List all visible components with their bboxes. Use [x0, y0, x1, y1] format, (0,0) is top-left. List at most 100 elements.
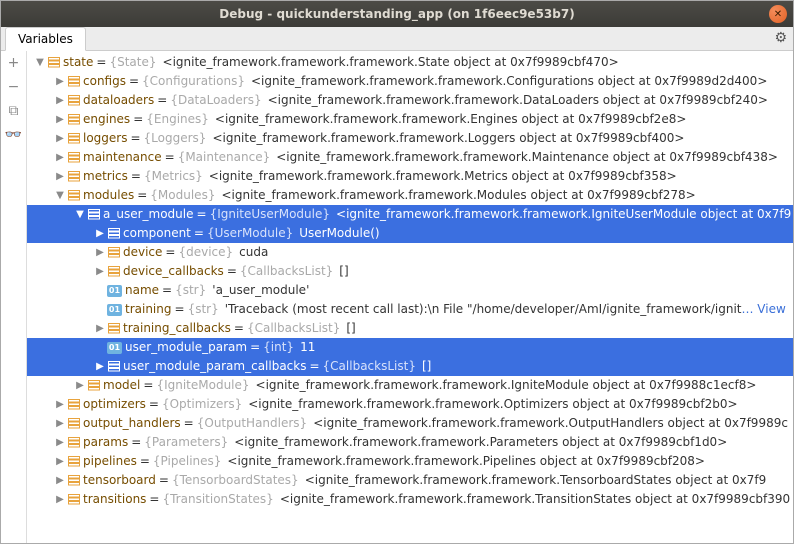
tree-row[interactable]: 01name = {str} 'a_user_module' [27, 281, 793, 300]
var-type: {Maintenance} [178, 148, 271, 167]
var-value: [] [422, 357, 431, 376]
var-type: {OutputHandlers} [197, 414, 307, 433]
var-value: <ignite_framework.framework.framework.Ma… [276, 148, 778, 167]
var-name: name [125, 281, 159, 300]
var-name: output_handlers [83, 414, 181, 433]
expand-arrow-icon[interactable]: ▶ [93, 243, 107, 262]
tree-row[interactable]: ▶pipelines = {Pipelines} <ignite_framewo… [27, 452, 793, 471]
tree-row[interactable]: ▼state = {State} <ignite_framework.frame… [27, 53, 793, 72]
tab-variables[interactable]: Variables [5, 27, 86, 51]
add-watch-button[interactable]: + [8, 55, 20, 71]
var-value: <ignite_framework.framework.framework.St… [163, 53, 619, 72]
tree-row[interactable]: ▶output_handlers = {OutputHandlers} <ign… [27, 414, 793, 433]
var-value: <ignite_framework.framework.framework.Lo… [212, 129, 684, 148]
object-icon [67, 171, 81, 183]
var-value: <ignite_framework.framework.framework.Ou… [313, 414, 788, 433]
object-icon [87, 380, 101, 392]
var-type: {Modules} [150, 186, 215, 205]
expand-arrow-icon[interactable]: ▶ [53, 148, 67, 167]
var-value: [] [346, 319, 355, 338]
copy-button[interactable]: ⧉ [9, 103, 19, 119]
tree-row[interactable]: ▶loggers = {Loggers} <ignite_framework.f… [27, 129, 793, 148]
expand-arrow-icon[interactable]: ▶ [53, 452, 67, 471]
tree-row[interactable]: ▶transitions = {TransitionStates} <ignit… [27, 490, 793, 509]
titlebar: Debug - quickunderstanding_app (on 1f6ee… [1, 1, 793, 27]
expand-arrow-icon[interactable]: ▶ [53, 110, 67, 129]
var-type: {str} [175, 281, 206, 300]
expand-arrow-icon[interactable]: ▼ [33, 53, 47, 72]
value-icon: 01 [107, 304, 122, 316]
expand-arrow-icon[interactable]: ▶ [93, 224, 107, 243]
object-icon [67, 114, 81, 126]
var-name: loggers [83, 129, 127, 148]
tree-row[interactable]: ▶metrics = {Metrics} <ignite_framework.f… [27, 167, 793, 186]
remove-watch-button[interactable]: − [8, 79, 20, 95]
object-icon [67, 418, 81, 430]
tree-row[interactable]: ▶engines = {Engines} <ignite_framework.f… [27, 110, 793, 129]
tree-row[interactable]: ▶user_module_param_callbacks = {Callback… [27, 357, 793, 376]
var-name: engines [83, 110, 130, 129]
expand-arrow-icon[interactable]: ▶ [93, 357, 107, 376]
object-icon [67, 456, 81, 468]
expand-arrow-icon[interactable]: ▼ [53, 186, 67, 205]
expand-arrow-icon[interactable]: ▶ [93, 319, 107, 338]
var-type: {UserModule} [207, 224, 293, 243]
expand-arrow-icon[interactable]: ▶ [93, 262, 107, 281]
tree-row[interactable]: ▶dataloaders = {DataLoaders} <ignite_fra… [27, 91, 793, 110]
var-type: {CallbacksList} [323, 357, 416, 376]
var-name: device_callbacks [123, 262, 224, 281]
panel-settings-icon[interactable]: ⚙ [774, 30, 787, 46]
var-value: 11 [300, 338, 315, 357]
var-name: transitions [83, 490, 146, 509]
var-name: configs [83, 72, 126, 91]
var-value: <ignite_framework.framework.framework.Me… [209, 167, 677, 186]
expand-arrow-icon[interactable]: ▶ [53, 471, 67, 490]
tree-row[interactable]: ▶optimizers = {Optimizers} <ignite_frame… [27, 395, 793, 414]
var-name: modules [83, 186, 134, 205]
tree-row[interactable]: 01training = {str} 'Traceback (most rece… [27, 300, 793, 319]
var-type: {CallbacksList} [247, 319, 340, 338]
expand-arrow-icon[interactable]: ▶ [53, 490, 67, 509]
var-value: cuda [239, 243, 268, 262]
var-name: tensorboard [83, 471, 156, 490]
var-name: pipelines [83, 452, 137, 471]
tree-row[interactable]: ▶tensorboard = {TensorboardStates} <igni… [27, 471, 793, 490]
var-name: component [123, 224, 191, 243]
var-name: params [83, 433, 128, 452]
object-icon [67, 494, 81, 506]
object-icon [107, 361, 121, 373]
tree-row[interactable]: ▼modules = {Modules} <ignite_framework.f… [27, 186, 793, 205]
tree-row[interactable]: ▶device_callbacks = {CallbacksList} [] [27, 262, 793, 281]
expand-arrow-icon[interactable]: ▶ [53, 129, 67, 148]
expand-arrow-icon[interactable]: ▶ [53, 167, 67, 186]
tree-row[interactable]: ▶component = {UserModule} UserModule() [27, 224, 793, 243]
tree-row[interactable]: ▶maintenance = {Maintenance} <ignite_fra… [27, 148, 793, 167]
expand-arrow-icon[interactable]: ▶ [53, 414, 67, 433]
tree-row[interactable]: ▶device = {device} cuda [27, 243, 793, 262]
view-button[interactable]: 👓 [5, 127, 22, 143]
var-name: a_user_module [103, 205, 194, 224]
expand-arrow-icon[interactable]: ▶ [53, 91, 67, 110]
var-name: dataloaders [83, 91, 154, 110]
tree-row[interactable]: ▶configs = {Configurations} <ignite_fram… [27, 72, 793, 91]
object-icon [67, 152, 81, 164]
expand-arrow-icon[interactable]: ▶ [53, 395, 67, 414]
var-type: {Metrics} [144, 167, 203, 186]
tree-row[interactable]: ▼a_user_module = {IgniteUserModule} <ign… [27, 205, 793, 224]
tree-row[interactable]: 01user_module_param = {int} 11 [27, 338, 793, 357]
var-type: {IgniteUserModule} [210, 205, 330, 224]
tree-row[interactable]: ▶training_callbacks = {CallbacksList} [] [27, 319, 793, 338]
expand-arrow-icon[interactable]: ▶ [73, 376, 87, 395]
object-icon [67, 95, 81, 107]
view-link[interactable]: … View [741, 300, 785, 319]
expand-arrow-icon[interactable]: ▶ [53, 433, 67, 452]
expand-arrow-icon[interactable]: ▼ [73, 205, 87, 224]
object-icon [107, 323, 121, 335]
expand-arrow-icon[interactable]: ▶ [53, 72, 67, 91]
variables-tree[interactable]: ▼state = {State} <ignite_framework.frame… [27, 51, 793, 543]
var-value: <ignite_framework.framework.framework.Tr… [280, 490, 790, 509]
var-name: metrics [83, 167, 128, 186]
tree-row[interactable]: ▶model = {IgniteModule} <ignite_framewor… [27, 376, 793, 395]
close-button[interactable]: ✕ [769, 5, 787, 23]
tree-row[interactable]: ▶params = {Parameters} <ignite_framework… [27, 433, 793, 452]
